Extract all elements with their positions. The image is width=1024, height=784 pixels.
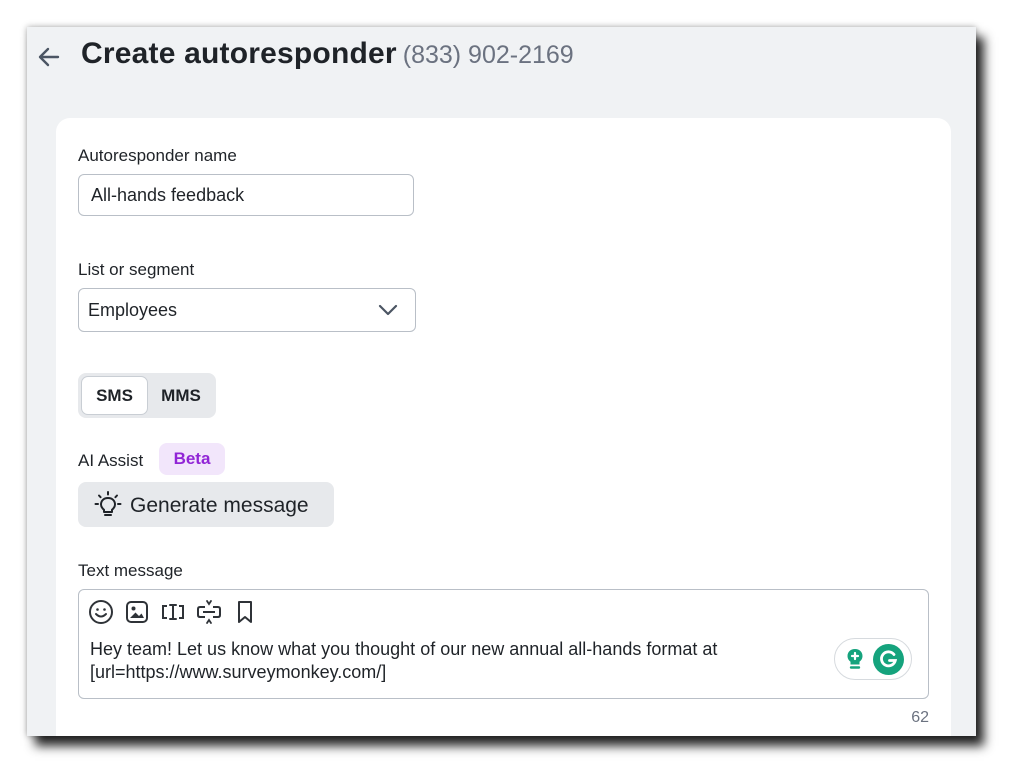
ai-assist-label: AI Assist xyxy=(78,451,144,470)
emoji-icon[interactable] xyxy=(87,598,115,626)
message-type-toggle: SMS MMS xyxy=(78,373,216,418)
merge-field-icon[interactable] xyxy=(159,598,187,626)
list-segment-value: Employees xyxy=(88,299,178,320)
message-line-2: [url=https://www.surveymonkey.com/] xyxy=(90,662,387,682)
sms-option-button[interactable]: SMS xyxy=(81,376,148,415)
bookmark-icon[interactable] xyxy=(231,598,259,626)
message-body[interactable]: Hey team! Let us know what you thought o… xyxy=(90,638,810,684)
form-card: Autoresponder name List or segment Emplo… xyxy=(56,118,951,736)
mms-option-button[interactable]: MMS xyxy=(150,376,212,415)
message-line-1: Hey team! Let us know what you thought o… xyxy=(90,639,718,659)
page-title: Create autoresponder xyxy=(81,37,397,70)
link-shortener-icon[interactable] xyxy=(195,598,223,626)
list-segment-label: List or segment xyxy=(78,260,195,279)
autoresponder-name-label: Autoresponder name xyxy=(78,146,237,165)
character-count: 62 xyxy=(911,709,929,726)
app-window: Create autoresponder (833) 902-2169 Autor… xyxy=(27,27,976,736)
list-segment-select[interactable]: Employees xyxy=(78,288,416,332)
generate-message-label: Generate message xyxy=(130,494,309,517)
chevron-down-icon xyxy=(378,304,398,316)
autoresponder-name-input[interactable] xyxy=(78,174,414,216)
generate-message-button[interactable]: Generate message xyxy=(78,482,334,527)
grammarly-logo-icon xyxy=(873,644,904,675)
phone-number: (833) 902-2169 xyxy=(402,41,574,69)
grammarly-suggestion-icon xyxy=(847,649,863,669)
text-message-label: Text message xyxy=(78,561,183,580)
beta-badge: Beta xyxy=(159,443,225,475)
lightbulb-icon xyxy=(94,491,122,516)
text-message-editor[interactable]: Hey team! Let us know what you thought o… xyxy=(78,589,929,699)
grammarly-widget[interactable] xyxy=(834,638,912,680)
image-icon[interactable] xyxy=(123,598,151,626)
back-arrow-icon[interactable] xyxy=(35,43,63,71)
title-group: Create autoresponder (833) 902-2169 xyxy=(81,37,574,71)
